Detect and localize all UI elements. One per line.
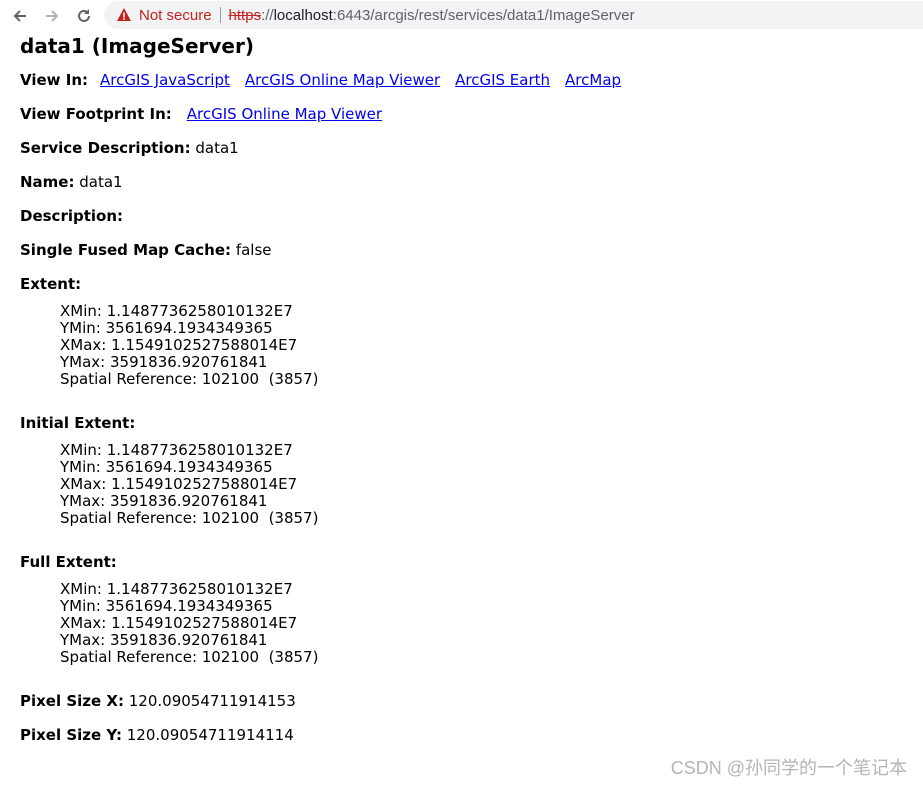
initial-extent-heading: Initial Extent:	[20, 411, 900, 435]
pixel-size-y-value: 120.09054711914114	[126, 726, 294, 744]
extent-xmin: XMin: 1.1487736258010132E7	[60, 302, 293, 320]
service-description-value: data1	[195, 139, 239, 157]
full-extent-spatial-reference: Spatial Reference: 102100 (3857)	[60, 648, 319, 666]
initial-extent-xmax: XMax: 1.1549102527588014E7	[60, 475, 298, 493]
link-arcgis-javascript[interactable]: ArcGIS JavaScript	[100, 71, 230, 89]
warning-triangle-icon[interactable]	[116, 7, 132, 23]
single-fused-label: Single Fused Map Cache:	[20, 241, 232, 259]
page-content: data1 (ImageServer) View In: ArcGIS JavaS…	[20, 31, 900, 747]
view-footprint-row: View Footprint In: ArcGIS Online Map View…	[20, 102, 900, 126]
pixel-size-y-label: Pixel Size Y:	[20, 726, 122, 744]
initial-extent-ymin: YMin: 3561694.1934349365	[60, 458, 273, 476]
initial-extent-block: XMin: 1.1487736258010132E7 YMin: 3561694…	[60, 442, 900, 527]
url-scheme: https	[228, 6, 262, 24]
pixel-size-x-row: Pixel Size X: 120.09054711914153	[20, 689, 900, 713]
initial-extent-label: Initial Extent:	[20, 414, 136, 432]
url-scheme-sep: ://	[261, 6, 274, 24]
extent-label: Extent:	[20, 275, 82, 293]
view-footprint-label: View Footprint In:	[20, 105, 172, 123]
reload-icon[interactable]	[72, 4, 96, 28]
link-arcgis-online-map-viewer[interactable]: ArcGIS Online Map Viewer	[245, 71, 440, 89]
service-description-label: Service Description:	[20, 139, 191, 157]
link-footprint-map-viewer[interactable]: ArcGIS Online Map Viewer	[187, 105, 382, 123]
name-label: Name:	[20, 173, 75, 191]
link-arcgis-earth[interactable]: ArcGIS Earth	[455, 71, 550, 89]
back-arrow-icon[interactable]	[8, 4, 32, 28]
description-row: Description:	[20, 204, 900, 228]
initial-extent-ymax: YMax: 3591836.920761841	[60, 492, 268, 510]
page-title: data1 (ImageServer)	[20, 34, 254, 58]
link-arcmap[interactable]: ArcMap	[565, 71, 621, 89]
full-extent-block: XMin: 1.1487736258010132E7 YMin: 3561694…	[60, 581, 900, 666]
pixel-size-x-value: 120.09054711914153	[128, 692, 296, 710]
extent-spatial-reference: Spatial Reference: 102100 (3857)	[60, 370, 319, 388]
omnibox-separator	[219, 7, 221, 23]
full-extent-ymax: YMax: 3591836.920761841	[60, 631, 268, 649]
not-secure-label[interactable]: Not secure	[139, 7, 212, 24]
pixel-size-y-row: Pixel Size Y: 120.09054711914114	[20, 723, 900, 747]
watermark: CSDN @孙同学的一个笔记本	[670, 758, 907, 778]
extent-block: XMin: 1.1487736258010132E7 YMin: 3561694…	[60, 303, 900, 388]
name-value: data1	[79, 173, 123, 191]
pixel-size-x-label: Pixel Size X:	[20, 692, 124, 710]
view-in-label: View In:	[20, 71, 88, 89]
description-label: Description:	[20, 207, 124, 225]
address-bar[interactable]: Not secure https://localhost:6443/arcgis…	[104, 1, 923, 29]
full-extent-heading: Full Extent:	[20, 550, 900, 574]
initial-extent-xmin: XMin: 1.1487736258010132E7	[60, 441, 293, 459]
url-path: :6443/arcgis/rest/services/data1/ImageSe…	[332, 6, 635, 24]
extent-ymax: YMax: 3591836.920761841	[60, 353, 268, 371]
extent-xmax: XMax: 1.1549102527588014E7	[60, 336, 298, 354]
view-in-row: View In: ArcGIS JavaScript ArcGIS Online M…	[20, 68, 900, 92]
forward-arrow-icon[interactable]	[40, 4, 64, 28]
single-fused-value: false	[235, 241, 272, 259]
browser-toolbar: Not secure https://localhost:6443/arcgis…	[0, 0, 923, 31]
extent-ymin: YMin: 3561694.1934349365	[60, 319, 273, 337]
full-extent-xmax: XMax: 1.1549102527588014E7	[60, 614, 298, 632]
url-host: localhost	[273, 6, 333, 24]
full-extent-xmin: XMin: 1.1487736258010132E7	[60, 580, 293, 598]
extent-heading: Extent:	[20, 272, 900, 296]
service-description-row: Service Description: data1	[20, 136, 900, 160]
single-fused-row: Single Fused Map Cache: false	[20, 238, 900, 262]
initial-extent-spatial-reference: Spatial Reference: 102100 (3857)	[60, 509, 319, 527]
full-extent-label: Full Extent:	[20, 553, 117, 571]
name-row: Name: data1	[20, 170, 900, 194]
full-extent-ymin: YMin: 3561694.1934349365	[60, 597, 273, 615]
